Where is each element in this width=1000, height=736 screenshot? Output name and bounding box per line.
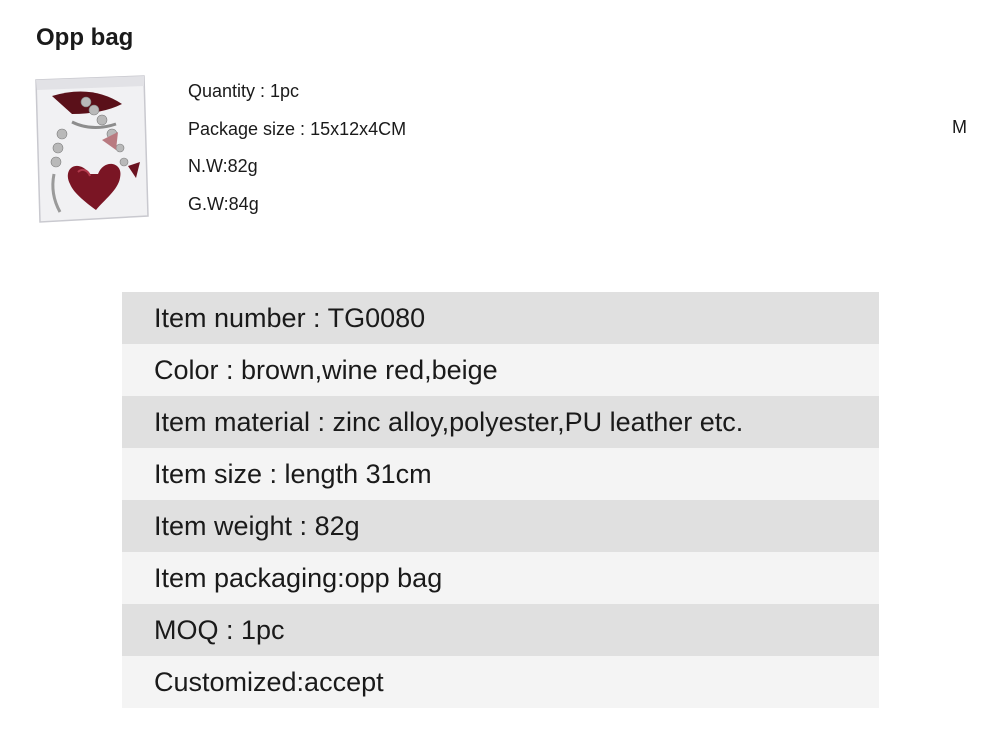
spec-row-size: Item size : length 31cm [122,448,879,500]
spec-row-material: Item material : zinc alloy,polyester,PU … [122,396,879,448]
spec-row-item-number: Item number : TG0080 [122,292,879,344]
spec-row-weight: Item weight : 82g [122,500,879,552]
spec-table: Item number : TG0080 Color : brown,wine … [122,292,879,708]
product-image [35,75,149,223]
section-title: Opp bag [36,24,134,51]
package-info-list: Quantity : 1pc Package size : 15x12x4CM … [188,76,406,226]
spec-row-customized: Customized:accept [122,656,879,708]
spec-row-packaging: Item packaging:opp bag [122,552,879,604]
package-gross-weight: G.W:84g [188,193,259,214]
package-quantity: Quantity : 1pc [188,81,300,101]
spec-row-color: Color : brown,wine red,beige [122,344,879,396]
package-net-weight: N.W:82g [188,156,258,176]
package-size: Package size : 15x12x4CM [188,118,407,139]
truncated-text: M [952,117,967,137]
spec-row-moq: MOQ : 1pc [122,604,879,656]
